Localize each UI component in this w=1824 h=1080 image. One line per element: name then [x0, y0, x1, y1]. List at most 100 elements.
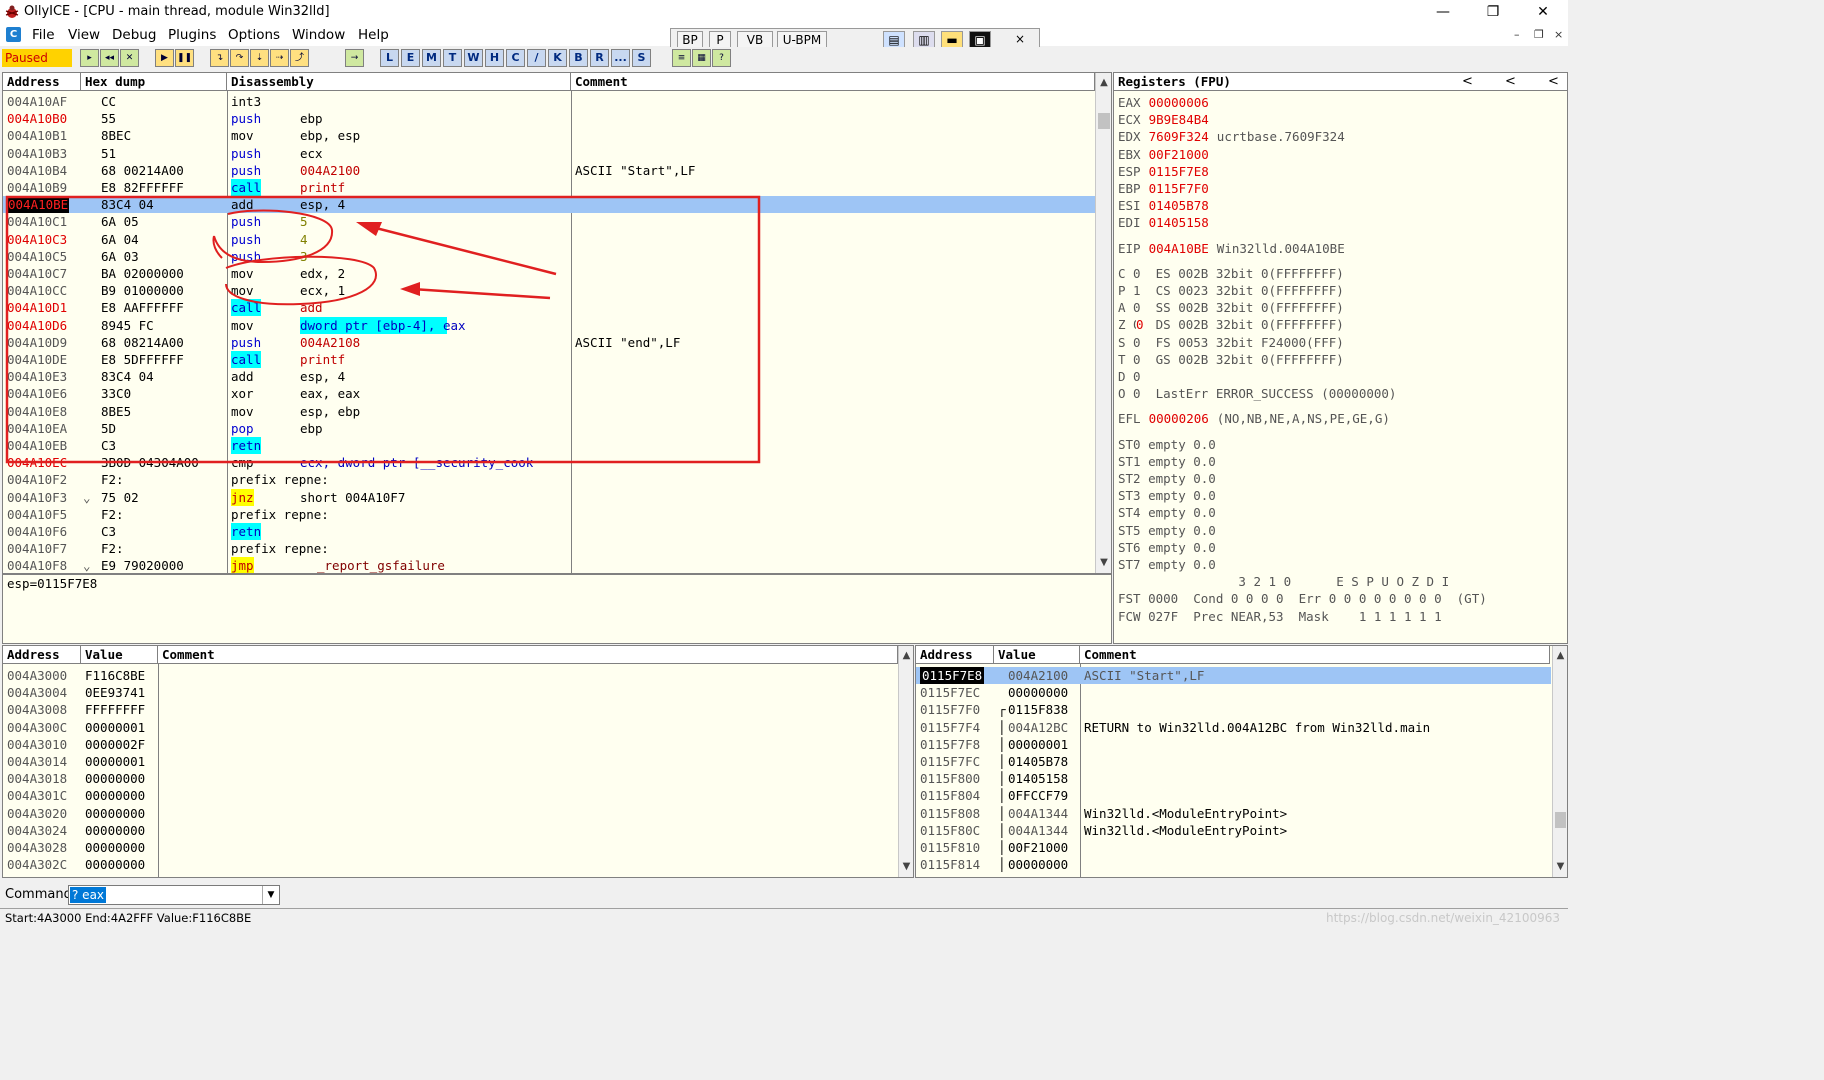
disasm-row[interactable]: 004A10F3 ⌄ 75 02 jnz short 004A10F7 — [3, 488, 1095, 506]
disasm-row[interactable]: 004A10B1 8BEC mov ebp, esp — [3, 127, 1095, 144]
scroll-up-arrow-icon[interactable]: ▲ — [1096, 75, 1111, 91]
stack-col-value-header[interactable]: Value — [994, 646, 1080, 664]
stack-row[interactable]: 0115F7F8 00000001 │ — [916, 736, 1551, 753]
disasm-row[interactable]: 004A10DE E8 5DFFFFFF call printf — [3, 351, 1095, 368]
stack-col-address-header[interactable]: Address — [916, 646, 994, 664]
patches-button[interactable]: / — [527, 49, 546, 67]
stack-scroll-thumb[interactable] — [1555, 812, 1566, 828]
disasm-row[interactable]: 004A10EA 5D pop ebp — [3, 420, 1095, 437]
disasm-row[interactable]: 004A10E6 33C0 xor eax, eax — [3, 385, 1095, 402]
fpu-st-row[interactable]: ST2 empty 0.0 — [1118, 470, 1216, 487]
disasm-row[interactable]: 004A10E3 83C4 04 add esp, 4 — [3, 368, 1095, 385]
eip-row[interactable]: EIP 004A10BE Win32lld.004A10BE — [1118, 240, 1345, 257]
minimize-button[interactable]: — — [1420, 0, 1466, 24]
stack-row[interactable]: 0115F814 00000000 │ — [916, 856, 1551, 873]
dump-scroll-up-icon[interactable]: ▲ — [899, 648, 913, 664]
menu-window[interactable]: Window — [292, 27, 345, 43]
registers-header[interactable]: Registers (FPU) — [1114, 73, 1567, 91]
register-row[interactable]: EDX 7609F324 ucrtbase.7609F324 — [1118, 128, 1345, 145]
restore-button[interactable]: ❐ — [1470, 0, 1516, 24]
stack-scroll-down-icon[interactable]: ▼ — [1553, 859, 1567, 875]
fpu-st-row[interactable]: ST1 empty 0.0 — [1118, 453, 1216, 470]
stack-row[interactable]: 0115F7FC 01405B78 │ — [916, 753, 1551, 770]
mdi-close-button[interactable]: × — [1554, 28, 1563, 41]
stack-row[interactable]: 0115F7EC 00000000 — [916, 684, 1551, 701]
open-icon[interactable]: ▸ — [80, 49, 99, 67]
flag-row[interactable]: O 0 LastErr ERROR_SUCCESS (00000000) — [1118, 385, 1396, 402]
mdi-restore-button[interactable]: ❐ — [1534, 28, 1544, 41]
stack-row[interactable]: 0115F7F0 0115F838 ┌ — [916, 701, 1551, 718]
dump-row[interactable]: 004A3028 00000000 — [3, 839, 897, 856]
fpu-st-row[interactable]: ST3 empty 0.0 — [1118, 487, 1216, 504]
disasm-row[interactable]: 004A10C7 BA 02000000 mov edx, 2 — [3, 265, 1095, 282]
app-cpu-icon[interactable]: C — [6, 27, 21, 42]
dump-row[interactable]: 004A3004 0EE93741 — [3, 684, 897, 701]
dump-row[interactable]: 004A3020 00000000 — [3, 805, 897, 822]
references-button[interactable]: R — [590, 49, 609, 67]
source-button[interactable]: S — [632, 49, 651, 67]
stack-row[interactable]: 0115F80C 004A1344 Win32lld.<ModuleEntryPoi… — [916, 822, 1551, 839]
flag-row[interactable]: C 0 ES 002B 32bit 0(FFFFFFFF) — [1118, 265, 1344, 282]
stack-scroll-up-icon[interactable]: ▲ — [1553, 648, 1567, 664]
col-disasm-header[interactable]: Disassembly — [227, 73, 571, 91]
disasm-row[interactable]: 004A10CC B9 01000000 mov ecx, 1 — [3, 282, 1095, 299]
handles-button[interactable]: H — [485, 49, 504, 67]
scroll-thumb[interactable] — [1098, 113, 1110, 129]
command-input-text[interactable]: ? eax — [70, 887, 107, 903]
restart-icon[interactable]: ◂◂ — [100, 49, 119, 67]
flag-row[interactable]: Z 0 DS 002B 32bit 0(FFFFFFFF) — [1118, 316, 1344, 333]
disasm-scrollbar[interactable]: ▲ ▼ — [1095, 73, 1111, 573]
windows-button[interactable]: W — [464, 49, 483, 67]
col-address-header[interactable]: Address — [3, 73, 81, 91]
disasm-row[interactable]: 004A10F2 F2: prefix repne: — [3, 471, 1095, 488]
disasm-row[interactable]: 004A10C3 6A 04 push 4 — [3, 231, 1095, 248]
reg-nav-prev-icon[interactable]: < — [1462, 74, 1473, 89]
menu-debug[interactable]: Debug — [112, 27, 156, 43]
execute-till-return-icon[interactable]: ⤴ — [290, 49, 309, 67]
registers-pane[interactable]: Registers (FPU) < < < EAX 00000006 ECX 9B9E… — [1113, 72, 1568, 644]
fpu-status-row[interactable]: 3 2 1 0 E S P U O Z D I — [1118, 573, 1449, 590]
dump-col-address-header[interactable]: Address — [3, 646, 81, 664]
disasm-row[interactable]: 004A10F5 F2: prefix repne: — [3, 506, 1095, 523]
efl-row[interactable]: EFL 00000206 (NO,NB,NE,A,NS,PE,GE,G) — [1118, 410, 1390, 427]
fpu-status-row[interactable]: FST 0000 Cond 0 0 0 0 Err 0 0 0 0 0 0 0 … — [1118, 590, 1487, 607]
dump-row[interactable]: 004A3024 00000000 — [3, 822, 897, 839]
menu-help[interactable]: Help — [358, 27, 389, 43]
disasm-row[interactable]: 004A10B3 51 push ecx — [3, 145, 1095, 162]
dump-row[interactable]: 004A3014 00000001 — [3, 753, 897, 770]
disasm-row[interactable]: 004A10C5 6A 03 push 3 — [3, 248, 1095, 265]
fpu-st-row[interactable]: ST4 empty 0.0 — [1118, 504, 1216, 521]
stack-col-comment-header[interactable]: Comment — [1080, 646, 1550, 664]
dump-row[interactable]: 004A302C 00000000 — [3, 856, 897, 873]
reg-nav-back-icon[interactable]: < — [1505, 74, 1516, 89]
register-row[interactable]: EBX 00F21000 — [1118, 146, 1217, 163]
go-to-icon[interactable]: → — [345, 49, 364, 67]
mdi-minimize-button[interactable]: – — [1514, 28, 1520, 41]
stack-pane[interactable]: Address Value Comment 0115F7E8 004A2100 AS… — [915, 645, 1568, 878]
disasm-row[interactable]: 004A10B4 68 00214A00 push 004A2100 ASCII "St… — [3, 162, 1095, 179]
disasm-row[interactable]: 004A10C1 6A 05 push 5 — [3, 213, 1095, 230]
close-button[interactable]: ✕ — [1520, 0, 1566, 24]
grid-icon[interactable]: ▦ — [692, 49, 711, 67]
step-into-icon[interactable]: ↴ — [210, 49, 229, 67]
fpu-status-row[interactable]: FCW 027F Prec NEAR,53 Mask 1 1 1 1 1 1 — [1118, 608, 1442, 625]
stack-row[interactable]: 0115F7F4 004A12BC RETURN to Win32lld.004A1… — [916, 719, 1551, 736]
fpu-st-row[interactable]: ST6 empty 0.0 — [1118, 539, 1216, 556]
menu-file[interactable]: File — [32, 27, 55, 43]
dump-col-comment-header[interactable]: Comment — [158, 646, 898, 664]
log-window-button[interactable]: L — [380, 49, 399, 67]
flag-row[interactable]: S 0 FS 0053 32bit F24000(FFF) — [1118, 334, 1344, 351]
disasm-row[interactable]: 004A10F6 C3 retn — [3, 523, 1095, 540]
col-hex-header[interactable]: Hex dump — [81, 73, 227, 91]
disasm-row[interactable]: 004A10AF CC int3 — [3, 93, 1095, 110]
command-dropdown-icon[interactable]: ▼ — [262, 886, 279, 904]
list-icon[interactable]: ≡ — [672, 49, 691, 67]
threads-button[interactable]: T — [443, 49, 462, 67]
memory-dump-pane[interactable]: Address Value Comment 004A3000 F116C8BE 00… — [2, 645, 914, 878]
step-over-icon[interactable]: ↷ — [230, 49, 249, 67]
disasm-row[interactable]: 004A10E8 8BE5 mov esp, ebp — [3, 403, 1095, 420]
disasm-row[interactable]: 004A10EB C3 retn — [3, 437, 1095, 454]
dump-scroll-down-icon[interactable]: ▼ — [899, 859, 913, 875]
fpu-st-row[interactable]: ST5 empty 0.0 — [1118, 522, 1216, 539]
run-trace-button[interactable]: ... — [611, 49, 630, 67]
